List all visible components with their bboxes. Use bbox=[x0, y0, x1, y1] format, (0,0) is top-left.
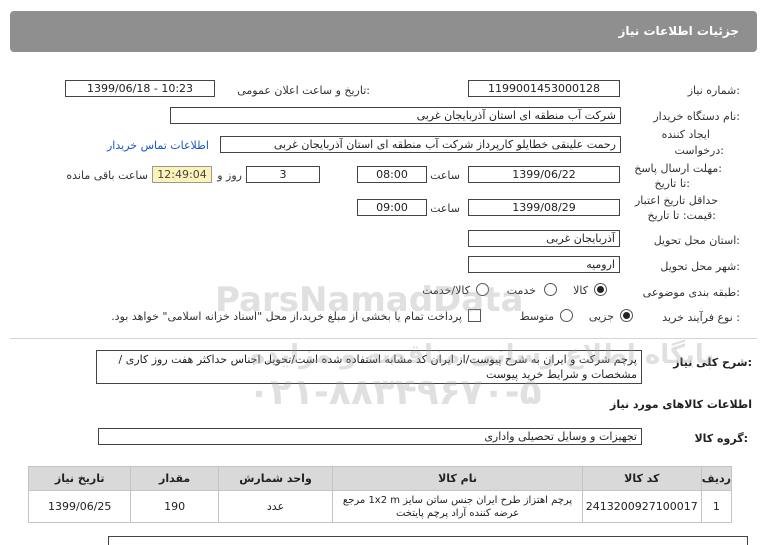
category-both-radio[interactable] bbox=[476, 283, 489, 296]
col-unit-header: واحد شمارش bbox=[217, 466, 334, 491]
need-number-label: شماره نیاز: bbox=[687, 84, 740, 97]
category-label: طبقه بندی موضوعی: bbox=[642, 286, 740, 299]
col-code-header: کد کالا bbox=[581, 466, 702, 491]
creator-field: رحمت علینقی خطایلو کارپرداز شرکت آب منطق… bbox=[220, 136, 621, 153]
cell-unit: عدد bbox=[217, 490, 334, 523]
process-medium-radio[interactable] bbox=[560, 309, 573, 322]
creator-label-2: درخواست: bbox=[674, 144, 725, 157]
reply-time-field: 08:00 bbox=[357, 166, 427, 183]
reply-time-label: ساعت bbox=[430, 169, 460, 182]
goods-table-header: ردیف کد کالا نام کالا واحد شمارش مقدار ت… bbox=[27, 466, 733, 491]
remaining-label: ساعت باقی مانده bbox=[66, 169, 148, 182]
process-medium-label: متوسط bbox=[519, 310, 554, 323]
divider-1 bbox=[10, 338, 757, 339]
goods-group-label: گروه کالا: bbox=[694, 432, 748, 445]
announce-field: 1399/06/18 - 10:23 bbox=[65, 80, 215, 97]
validity-time-label: ساعت bbox=[430, 202, 460, 215]
process-minor-radio[interactable] bbox=[620, 309, 633, 322]
remaining-time-field: 12:49:04 bbox=[152, 166, 212, 183]
cell-row: 1 bbox=[700, 490, 733, 523]
city-field: ارومیه bbox=[468, 256, 620, 273]
city-label: شهر محل تحویل: bbox=[660, 260, 740, 273]
validity-date-field: 1399/08/29 bbox=[468, 199, 620, 216]
process-label: نوع فرآیند خرید : bbox=[662, 311, 740, 324]
treasury-payment-note: پرداخت تمام یا بخشی از مبلغ خرید،از محل … bbox=[111, 310, 462, 323]
notes-box bbox=[108, 536, 748, 545]
announce-label: تاریخ و ساعت اعلان عمومی: bbox=[237, 84, 370, 97]
category-both-label: کالا/خدمت bbox=[422, 284, 470, 297]
page-header: جزئیات اطلاعات نیاز bbox=[10, 11, 757, 52]
reply-until-label: تا تاریخ: bbox=[654, 177, 690, 190]
cell-date: 1399/06/25 bbox=[27, 490, 132, 523]
validity-label-1: حداقل تاریخ اعتبار bbox=[634, 194, 718, 207]
col-row-header: ردیف bbox=[700, 466, 733, 491]
col-date-header: تاریخ نیاز bbox=[27, 466, 132, 491]
category-service-radio[interactable] bbox=[544, 283, 557, 296]
buyer-label: نام دستگاه خریدار: bbox=[653, 110, 740, 123]
cell-name: پرچم اهتزاز طرح ایران جنس ساتن سایز 1x2 … bbox=[332, 490, 583, 523]
category-goods-radio[interactable] bbox=[594, 283, 607, 296]
cell-code: 2413200927100017 bbox=[581, 490, 702, 523]
goods-section-title: اطلاعات کالاهای مورد نیاز bbox=[610, 398, 752, 411]
province-field: آذربایجان غربی bbox=[468, 230, 620, 247]
category-service-label: خدمت bbox=[506, 284, 536, 297]
need-number-field: 1199001453000128 bbox=[468, 80, 620, 97]
reply-deadline-label: مهلت ارسال پاسخ: bbox=[634, 162, 722, 175]
table-row: 1 2413200927100017 پرچم اهتزاز طرح ایران… bbox=[27, 490, 733, 523]
validity-time-field: 09:00 bbox=[357, 199, 427, 216]
col-name-header: نام کالا bbox=[332, 466, 583, 491]
treasury-payment-checkbox[interactable] bbox=[468, 309, 481, 322]
col-qty-header: مقدار bbox=[130, 466, 219, 491]
days-label: روز و bbox=[217, 169, 242, 182]
validity-label-2: قیمت: تا تاریخ: bbox=[647, 209, 716, 222]
contact-buyer-link[interactable]: اطلاعات تماس خریدار bbox=[107, 139, 209, 152]
province-label: استان محل تحویل: bbox=[653, 234, 740, 247]
buyer-field: شرکت آب منطقه ای استان آذربایجان غربی bbox=[170, 107, 621, 124]
page-title: جزئیات اطلاعات نیاز bbox=[618, 24, 739, 38]
reply-date-field: 1399/06/22 bbox=[468, 166, 620, 183]
description-text: پرچم شرکت و ایران به شرح پیوست/از ایران … bbox=[96, 350, 642, 384]
category-goods-label: کالا bbox=[573, 284, 588, 297]
days-remaining-field: 3 bbox=[246, 166, 320, 183]
goods-group-field: تجهیزات و وسایل تحصیلی واداری bbox=[98, 428, 642, 445]
creator-label-1: ایجاد کننده bbox=[661, 128, 710, 141]
process-minor-label: جزیی bbox=[588, 310, 614, 323]
cell-qty: 190 bbox=[130, 490, 219, 523]
description-label: شرح کلی نیاز: bbox=[673, 356, 752, 369]
goods-table: ردیف کد کالا نام کالا واحد شمارش مقدار ت… bbox=[27, 466, 733, 523]
